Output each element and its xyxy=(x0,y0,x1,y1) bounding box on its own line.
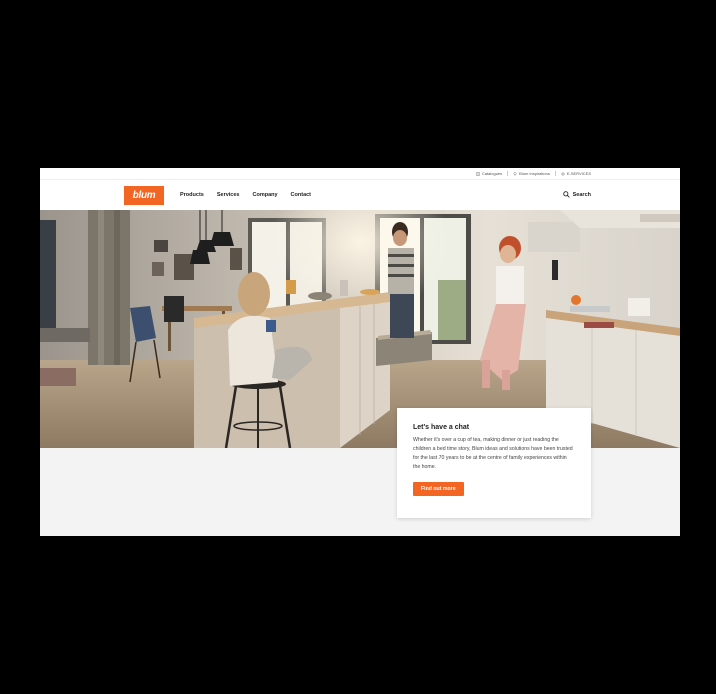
logo-text: blum xyxy=(132,190,156,201)
utility-bar: Catalogues Blum Inspirations E-SERVICES xyxy=(40,168,680,179)
nav-item-services[interactable]: Services xyxy=(217,192,240,198)
find-out-more-button[interactable]: Find out more xyxy=(413,482,464,496)
search-icon xyxy=(562,191,570,198)
card-title: Let's have a chat xyxy=(413,424,470,431)
search-button[interactable]: Search xyxy=(562,191,591,198)
utility-divider xyxy=(507,171,509,176)
blum-logo[interactable]: blum xyxy=(124,186,164,205)
utility-link-inspirations[interactable]: Blum Inspirations xyxy=(513,171,550,176)
utility-link-label: Catalogues xyxy=(481,171,503,176)
gear-icon xyxy=(561,172,565,175)
nav-item-contact[interactable]: Contact xyxy=(291,192,311,198)
utility-divider xyxy=(554,171,556,176)
utility-link-eservices[interactable]: E-SERVICES xyxy=(561,171,591,176)
utility-link-label: E-SERVICES xyxy=(566,171,591,176)
card-body-text: Whether it's over a cup of tea, making d… xyxy=(413,437,573,470)
nav-item-company[interactable]: Company xyxy=(252,192,277,198)
search-label: Search xyxy=(572,191,591,198)
nav-item-products[interactable]: Products xyxy=(180,192,204,198)
lightbulb-icon xyxy=(513,171,517,176)
chat-card: Let's have a chat Whether it's over a cu… xyxy=(397,408,591,518)
main-nav: Products Services Company Contact xyxy=(180,192,311,198)
utility-link-catalogues[interactable]: Catalogues xyxy=(476,171,502,176)
website-page: Catalogues Blum Inspirations E-SERVICES xyxy=(40,168,680,536)
main-header: blum Products Services Company Contact S… xyxy=(40,179,680,211)
utility-link-label: Blum Inspirations xyxy=(519,171,550,176)
book-icon xyxy=(476,171,480,176)
